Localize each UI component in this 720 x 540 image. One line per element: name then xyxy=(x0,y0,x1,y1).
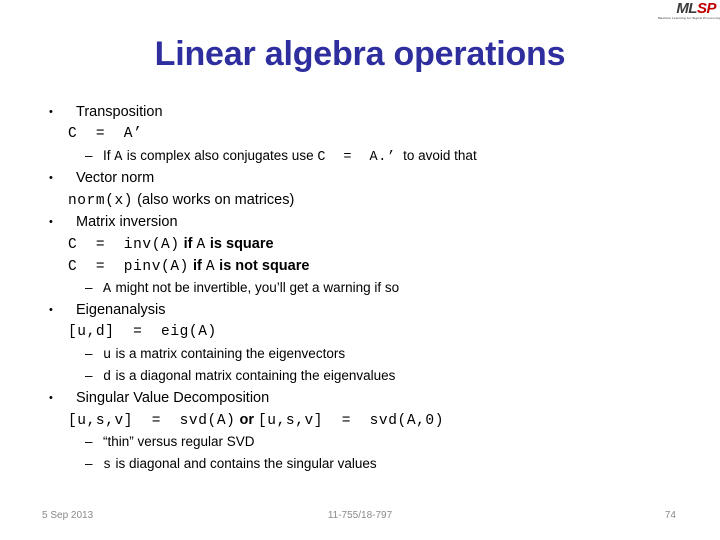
text-run: is a matrix containing the eigenvectors xyxy=(111,346,346,361)
text-run: is diagonal and contains the singular va… xyxy=(111,456,377,471)
text-run: u xyxy=(103,348,112,363)
text-run: A xyxy=(196,237,206,253)
text-run: is a diagonal matrix containing the eige… xyxy=(111,368,396,383)
logo-ml-text: ML xyxy=(676,0,697,17)
line-text: If A is complex also conjugates use C = … xyxy=(103,148,477,165)
sub-bullet-item: – d is a diagonal matrix containing the e… xyxy=(0,365,720,387)
line-text: s is diagonal and contains the singular … xyxy=(103,456,377,473)
text-run: C = inv(A) xyxy=(68,237,180,253)
text-run: is not square xyxy=(215,258,310,274)
sub-bullet-item: – “thin” versus regular SVD xyxy=(0,431,720,453)
code-line: C = inv(A) if A is square xyxy=(0,233,720,255)
text-run: or xyxy=(235,412,258,428)
text-run: A xyxy=(205,259,216,275)
text-run: C = pinv(A) xyxy=(68,259,189,275)
text-run: C = A.’ xyxy=(317,150,396,165)
dash-glyph-icon: – xyxy=(85,434,93,449)
text-run: if xyxy=(188,258,206,274)
footer-course-number: 11-755/18-797 xyxy=(327,510,393,521)
text-run: s xyxy=(103,458,112,473)
bullet-item: • Eigenanalysis xyxy=(0,299,720,321)
text-run: d xyxy=(103,370,112,385)
logo-tagline: Machine Learning for Signal Processing xyxy=(658,16,720,20)
text-run: [u,s,v] = svd(A,0) xyxy=(258,413,445,429)
line-text: “thin” versus regular SVD xyxy=(103,434,255,449)
line-text: norm(x) (also works on matrices) xyxy=(68,192,295,209)
bullet-glyph-icon: • xyxy=(49,106,53,118)
line-text: Eigenanalysis xyxy=(76,302,166,318)
line-text: [u,d] = eig(A) xyxy=(68,324,217,340)
logo-sp-text: SP xyxy=(696,0,717,17)
text-run: A xyxy=(103,282,112,297)
bullet-item: • Vector norm xyxy=(0,167,720,189)
bullet-item: • Singular Value Decomposition xyxy=(0,387,720,409)
bullet-glyph-icon: • xyxy=(49,304,53,316)
line-text: Singular Value Decomposition xyxy=(76,390,270,406)
code-line: norm(x) (also works on matrices) xyxy=(0,189,720,211)
line-text: u is a matrix containing the eigenvector… xyxy=(103,346,346,363)
line-text: Transposition xyxy=(76,104,163,120)
text-run: to avoid that xyxy=(395,148,477,163)
slide-body: • Transposition C = A’ – If A is complex als… xyxy=(0,101,720,475)
bullet-item: • Transposition xyxy=(0,101,720,123)
line-text: C = inv(A) if A is square xyxy=(68,236,274,253)
text-run: [u,s,v] = svd(A) xyxy=(68,413,236,429)
logo-wordmark: MLSP xyxy=(658,1,716,16)
text-run: A xyxy=(114,150,123,165)
code-line: [u,d] = eig(A) xyxy=(0,321,720,343)
footer-page-number: 74 xyxy=(664,510,676,521)
text-run: is complex also conjugates use xyxy=(122,148,318,163)
dash-glyph-icon: – xyxy=(85,456,93,471)
text-run: norm(x) xyxy=(68,193,134,209)
dash-glyph-icon: – xyxy=(85,148,93,163)
sub-bullet-item: – u is a matrix containing the eigenvecto… xyxy=(0,343,720,365)
line-text: A might not be invertible, you’ll get a … xyxy=(103,280,400,297)
line-text: [u,s,v] = svd(A) or [u,s,v] = svd(A,0) xyxy=(68,412,445,429)
text-run: “thin” versus regular SVD xyxy=(103,434,255,449)
text-run: if xyxy=(179,236,197,252)
sub-bullet-item: – If A is complex also conjugates use C =… xyxy=(0,145,720,167)
line-text: C = pinv(A) if A is not square xyxy=(68,258,310,275)
line-text: Vector norm xyxy=(76,170,155,186)
line-text: d is a diagonal matrix containing the ei… xyxy=(103,368,396,385)
slide-title: Linear algebra operations xyxy=(154,35,566,73)
bullet-glyph-icon: • xyxy=(49,172,53,184)
code-line: [u,s,v] = svd(A) or [u,s,v] = svd(A,0) xyxy=(0,409,720,431)
bullet-glyph-icon: • xyxy=(49,392,53,404)
bullet-glyph-icon: • xyxy=(49,216,53,228)
code-line: C = A’ xyxy=(0,123,720,145)
dash-glyph-icon: – xyxy=(85,346,93,361)
line-text: C = A’ xyxy=(68,126,143,142)
text-run: If xyxy=(103,148,115,163)
text-run: might not be invertible, you’ll get a wa… xyxy=(111,280,400,295)
mlsp-logo: MLSP Machine Learning for Signal Process… xyxy=(658,1,720,21)
text-run: (also works on matrices) xyxy=(133,192,295,208)
dash-glyph-icon: – xyxy=(85,368,93,383)
dash-glyph-icon: – xyxy=(85,280,93,295)
text-run: is square xyxy=(205,236,274,252)
code-line: C = pinv(A) if A is not square xyxy=(0,255,720,277)
sub-bullet-item: – s is diagonal and contains the singular… xyxy=(0,453,720,475)
sub-bullet-item: – A might not be invertible, you’ll get a… xyxy=(0,277,720,299)
line-text: Matrix inversion xyxy=(76,214,178,230)
slide-footer: 5 Sep 2013 11-755/18-797 74 xyxy=(0,510,720,526)
bullet-item: • Matrix inversion xyxy=(0,211,720,233)
